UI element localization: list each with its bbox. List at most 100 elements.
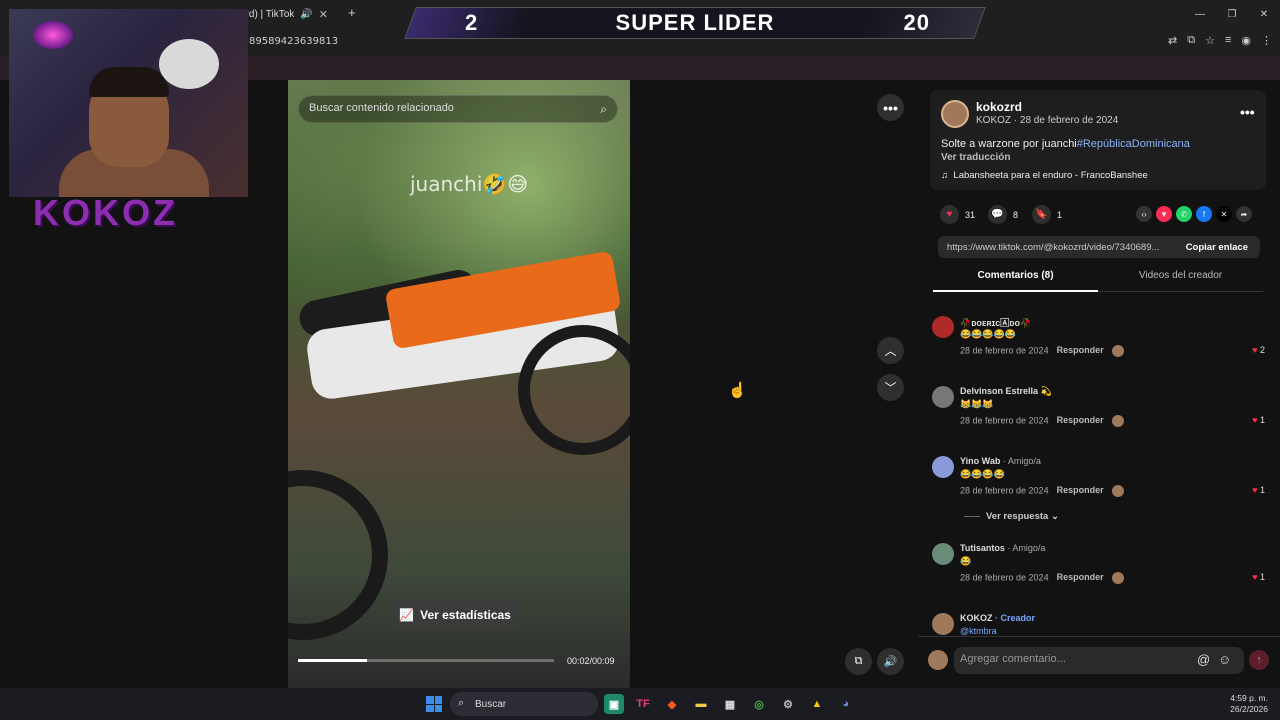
emoji-icon[interactable]: ☺ (1218, 652, 1231, 667)
like-action[interactable]: ♥ 31 (940, 205, 975, 224)
video-progress-bar[interactable] (298, 659, 554, 662)
app-icon[interactable]: TF (633, 694, 653, 714)
panel-tabs: Comentarios (8) Videos del creador (933, 270, 1263, 292)
minimize-icon[interactable]: — (1184, 0, 1216, 28)
translate-icon[interactable]: ⇄ (1168, 34, 1177, 47)
commenter-avatar[interactable] (932, 543, 954, 565)
reply-button[interactable]: Responder (1057, 572, 1104, 582)
related-search-box[interactable]: ⌕ (298, 95, 618, 123)
commenter-name[interactable]: Delvinson Estrella 💫 (960, 386, 1052, 397)
video-link[interactable]: https://www.tiktok.com/@kokozrd/video/73… (947, 242, 1175, 253)
streamer-logo: KOKOZ (33, 192, 178, 233)
speaker-icon[interactable]: 🔊 (300, 9, 312, 20)
reading-list-icon[interactable]: ≡ (1225, 34, 1231, 47)
facebook-icon[interactable]: f (1196, 206, 1212, 222)
store-icon[interactable]: ▦ (720, 694, 740, 714)
comment-count: 8 (1013, 209, 1019, 220)
more-options-button[interactable]: ••• (877, 94, 904, 121)
comment-like[interactable]: ♥ 1 (1252, 485, 1265, 495)
mention-icon[interactable]: @ (1197, 652, 1210, 667)
next-video-button[interactable]: ﹀ (877, 374, 904, 401)
chrome-icon[interactable]: ◎ (749, 694, 769, 714)
creator-liked-avatar (1111, 345, 1124, 357)
music-note-icon: ♫ (941, 170, 949, 181)
taskbar: ⌕ Buscar ▣ TF ◆ ▬ ▦ ◎ ⚙ ▲ ◕ 4:59 p. m. 2… (0, 688, 1280, 720)
send-icon[interactable]: ▼ (1156, 206, 1172, 222)
close-tab-icon[interactable]: ✕ (319, 8, 328, 21)
reply-button[interactable]: Responder (1057, 415, 1104, 425)
creator-liked-avatar (1111, 415, 1124, 427)
commenter-name[interactable]: KOKOZ · Creador (960, 613, 1035, 623)
pip-button[interactable]: ⧉ (845, 648, 872, 675)
comment-like[interactable]: ♥ 1 (1252, 572, 1265, 582)
commenter-avatar[interactable] (932, 316, 954, 338)
author-avatar[interactable] (941, 100, 969, 128)
comment-like[interactable]: ♥ 1 (1252, 415, 1265, 425)
share-arrow-icon[interactable]: ➦ (1236, 206, 1252, 222)
bike-back-wheel (288, 470, 388, 640)
taskbar-search[interactable]: ⌕ Buscar (450, 692, 598, 716)
send-comment-button[interactable]: ↑ (1249, 650, 1269, 670)
hashtag-link[interactable]: #RepúblicaDominicana (1077, 138, 1190, 150)
stats-button-label: Ver estadísticas (420, 608, 511, 622)
app-icon[interactable]: ▣ (604, 694, 624, 714)
commenter-avatar[interactable] (932, 456, 954, 478)
new-tab-icon[interactable]: + (348, 5, 356, 20)
reply-button[interactable]: Responder (1057, 345, 1104, 355)
search-icon[interactable]: ⌕ (600, 102, 607, 117)
taskbar-clock[interactable]: 4:59 p. m. 26/2/2026 (1230, 693, 1268, 715)
save-action[interactable]: 🔖 1 (1032, 205, 1062, 224)
close-window-icon[interactable]: ✕ (1248, 0, 1280, 28)
discord-icon[interactable]: ◕ (836, 694, 856, 714)
settings-icon[interactable]: ⚙ (778, 694, 798, 714)
translate-link[interactable]: Ver traducción (941, 152, 1010, 163)
share-icons: ‹› ▼ ✆ f ✕ ➦ (1136, 206, 1252, 222)
commenter-name[interactable]: 🥀ᴅᴏᴇʀɪᴄ🄰ᴅᴏ🥀 (960, 316, 1031, 329)
related-search-input[interactable] (309, 102, 579, 114)
previous-video-button[interactable]: ︿ (877, 337, 904, 364)
tab-creator-videos[interactable]: Videos del creador (1098, 270, 1263, 292)
url-text[interactable]: 89589423639813 (249, 36, 338, 47)
comment-text: 😂😂😂😂 (960, 469, 1005, 479)
comment-text: 😹😹😹 (960, 399, 994, 409)
profile-icon[interactable]: ◉ (1241, 34, 1251, 47)
restore-icon[interactable]: ❐ (1216, 0, 1248, 28)
comment-input[interactable] (960, 653, 1190, 665)
commenter-name[interactable]: Tutisantos · Amigo/a (960, 543, 1045, 553)
author-subtitle: KOKOZ · 28 de febrero de 2024 (976, 115, 1119, 126)
heart-icon: ♥ (1252, 345, 1258, 355)
x-icon[interactable]: ✕ (1216, 206, 1232, 222)
bookmark-icon[interactable]: 🔖 (1032, 205, 1051, 224)
commenter-avatar[interactable] (932, 386, 954, 408)
heart-icon: ♥ (1252, 485, 1258, 495)
brave-icon[interactable]: ◆ (662, 694, 682, 714)
comment-meta: 28 de febrero de 2024 Responder (960, 485, 1124, 497)
whatsapp-icon[interactable]: ✆ (1176, 206, 1192, 222)
post-more-icon[interactable]: ••• (1240, 104, 1255, 120)
comment-item: Yino Wab · Amigo/a 😂😂😂😂 28 de febrero de… (932, 456, 1267, 516)
comment-text[interactable]: @ktmbra (960, 626, 997, 636)
menu-icon[interactable]: ⋮ (1261, 34, 1272, 47)
author-username[interactable]: kokozrd (976, 100, 1022, 114)
file-explorer-icon[interactable]: ▬ (691, 694, 711, 714)
comment-action[interactable]: 💬 8 (988, 205, 1018, 224)
cast-icon[interactable]: ⧉ (1187, 34, 1195, 47)
bookmark-star-icon[interactable]: ☆ (1205, 34, 1215, 47)
commenter-name[interactable]: Yino Wab · Amigo/a (960, 456, 1041, 466)
view-replies-link[interactable]: Ver respuesta ⌄ (964, 511, 1059, 522)
stats-button[interactable]: 📈 Ver estadísticas (390, 600, 520, 630)
reply-button[interactable]: Responder (1057, 485, 1104, 495)
embed-icon[interactable]: ‹› (1136, 206, 1152, 222)
music-row[interactable]: ♫ Labansheeta para el enduro - FrancoBan… (941, 170, 1148, 181)
tab-comments[interactable]: Comentarios (8) (933, 270, 1098, 292)
windows-start-icon[interactable] (426, 696, 442, 712)
commenter-avatar[interactable] (932, 613, 954, 635)
comment-icon[interactable]: 💬 (988, 205, 1007, 224)
app-icon[interactable]: ▲ (807, 694, 827, 714)
copy-link-button[interactable]: Copiar enlace (1186, 242, 1248, 253)
right-score: 20 (903, 10, 930, 35)
comment-like[interactable]: ♥ 2 (1252, 345, 1265, 355)
volume-button[interactable]: 🔊 (877, 648, 904, 675)
comment-meta: 28 de febrero de 2024 Responder (960, 572, 1124, 584)
heart-icon[interactable]: ♥ (940, 205, 959, 224)
